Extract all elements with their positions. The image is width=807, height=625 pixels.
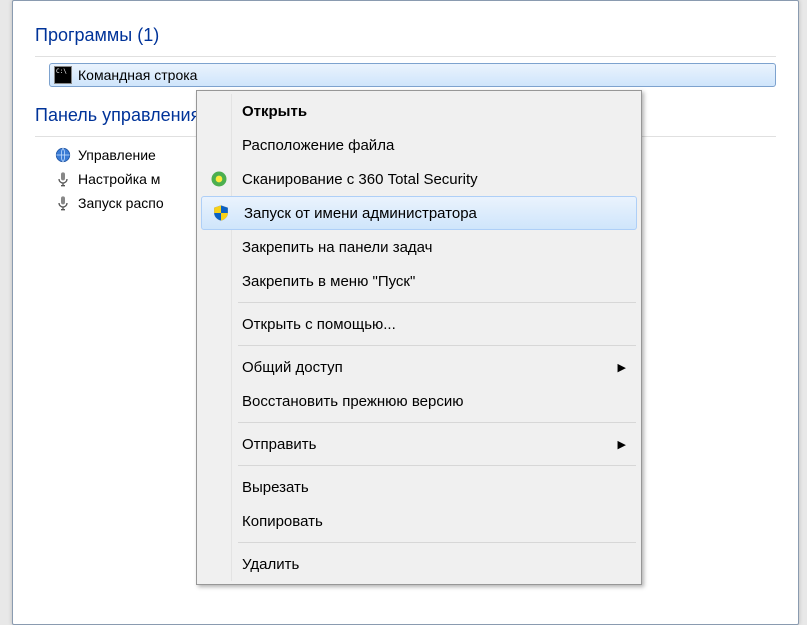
menu-item-label: Общий доступ: [242, 359, 343, 376]
control-panel-item-label: Запуск распо: [78, 195, 164, 211]
menu-item-file-location[interactable]: Расположение файла: [200, 128, 638, 162]
360-security-icon: [208, 168, 230, 190]
menu-item-pin-start[interactable]: Закрепить в меню "Пуск": [200, 264, 638, 298]
menu-separator: [238, 542, 636, 543]
cmd-icon: [54, 66, 72, 84]
menu-item-copy[interactable]: Копировать: [200, 504, 638, 538]
menu-item-pin-taskbar[interactable]: Закрепить на панели задач: [200, 230, 638, 264]
microphone-icon: [54, 170, 72, 188]
uac-shield-icon: [210, 202, 232, 224]
menu-item-scan-360[interactable]: Сканирование с 360 Total Security: [200, 162, 638, 196]
menu-item-share[interactable]: Общий доступ ▶: [200, 350, 638, 384]
programs-section-header: Программы (1): [35, 25, 776, 46]
menu-separator: [238, 302, 636, 303]
divider: [35, 56, 776, 57]
menu-item-label: Расположение файла: [242, 137, 394, 154]
menu-item-label: Восстановить прежнюю версию: [242, 393, 463, 410]
menu-item-label: Вырезать: [242, 479, 309, 496]
menu-item-label: Отправить: [242, 436, 316, 453]
context-menu: Открыть Расположение файла Сканирование …: [196, 90, 642, 585]
menu-item-label: Запуск от имени администратора: [244, 205, 477, 222]
menu-item-restore-previous[interactable]: Восстановить прежнюю версию: [200, 384, 638, 418]
search-result-label: Командная строка: [78, 67, 197, 83]
menu-item-open-with[interactable]: Открыть с помощью...: [200, 307, 638, 341]
menu-separator: [238, 345, 636, 346]
menu-item-open[interactable]: Открыть: [200, 94, 638, 128]
menu-item-send-to[interactable]: Отправить ▶: [200, 427, 638, 461]
menu-item-label: Открыть: [242, 103, 307, 120]
menu-item-label: Удалить: [242, 556, 299, 573]
menu-separator: [238, 465, 636, 466]
search-result-cmd[interactable]: Командная строка: [49, 63, 776, 87]
menu-item-label: Закрепить на панели задач: [242, 239, 433, 256]
menu-item-run-as-admin[interactable]: Запуск от имени администратора: [201, 196, 637, 230]
menu-item-label: Сканирование с 360 Total Security: [242, 171, 478, 188]
submenu-arrow-icon: ▶: [618, 361, 626, 374]
menu-separator: [238, 422, 636, 423]
menu-item-label: Закрепить в меню "Пуск": [242, 273, 415, 290]
submenu-arrow-icon: ▶: [618, 438, 626, 451]
control-panel-item-label: Настройка м: [78, 171, 160, 187]
menu-item-delete[interactable]: Удалить: [200, 547, 638, 581]
microphone-icon: [54, 194, 72, 212]
menu-item-label: Открыть с помощью...: [242, 316, 396, 333]
control-panel-item-label: Управление: [78, 147, 156, 163]
menu-item-cut[interactable]: Вырезать: [200, 470, 638, 504]
gear-globe-icon: [54, 146, 72, 164]
menu-item-label: Копировать: [242, 513, 323, 530]
